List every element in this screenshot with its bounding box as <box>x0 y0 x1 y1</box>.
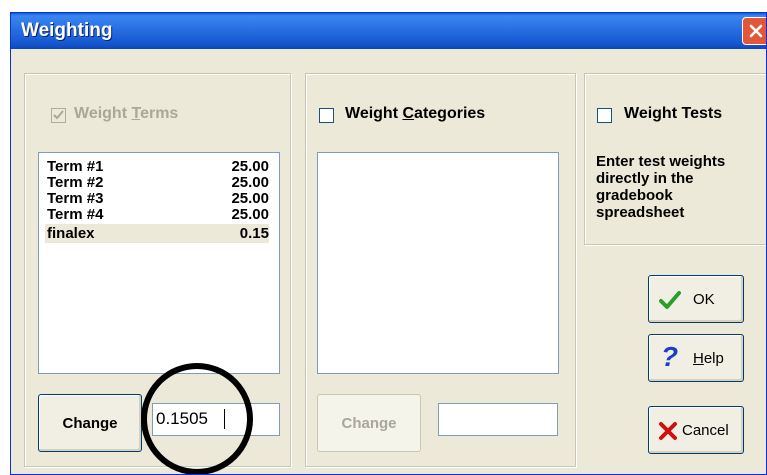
terms-change-button[interactable]: Change <box>38 394 142 452</box>
weighting-dialog: Weighting Weight Terms Term #1 25.00 Ter… <box>10 12 767 475</box>
weight-categories-label: Weight Categories <box>345 105 486 122</box>
x-icon <box>659 422 677 440</box>
ok-button[interactable]: OK <box>648 275 744 323</box>
weight-categories-checkbox[interactable] <box>319 108 334 123</box>
list-item[interactable]: Term #2 25.00 <box>47 175 269 191</box>
weight-terms-checkbox[interactable] <box>51 108 66 123</box>
weight-tests-checkbox[interactable] <box>597 108 612 123</box>
list-item[interactable]: Term #3 25.00 <box>47 191 269 207</box>
categories-change-button[interactable]: Change <box>317 394 421 452</box>
help-button[interactable]: ? Help <box>648 334 744 382</box>
list-item-selected[interactable]: finalex 0.15 <box>45 224 269 243</box>
categories-weight-input[interactable] <box>438 403 558 436</box>
checkmark-icon <box>659 291 681 309</box>
cancel-button[interactable]: Cancel <box>648 406 744 454</box>
window-title: Weighting <box>21 20 113 41</box>
list-item[interactable]: Term #1 25.00 <box>47 159 269 175</box>
weight-terms-label: Weight Terms <box>74 105 179 122</box>
close-button[interactable] <box>742 17 766 45</box>
highlight-circle <box>141 363 253 474</box>
question-mark-icon: ? <box>661 341 679 372</box>
list-item[interactable]: Term #4 25.00 <box>47 207 269 223</box>
weight-tests-label: Weight Tests <box>624 105 723 122</box>
categories-list[interactable] <box>317 152 559 374</box>
terms-list[interactable]: Term #1 25.00 Term #2 25.00 Term #3 25.0… <box>38 152 280 374</box>
tests-note: Enter test weights directly in the grade… <box>596 153 726 221</box>
checkmark-icon <box>53 110 64 120</box>
title-bar[interactable]: Weighting <box>11 13 766 49</box>
close-icon <box>749 24 763 38</box>
